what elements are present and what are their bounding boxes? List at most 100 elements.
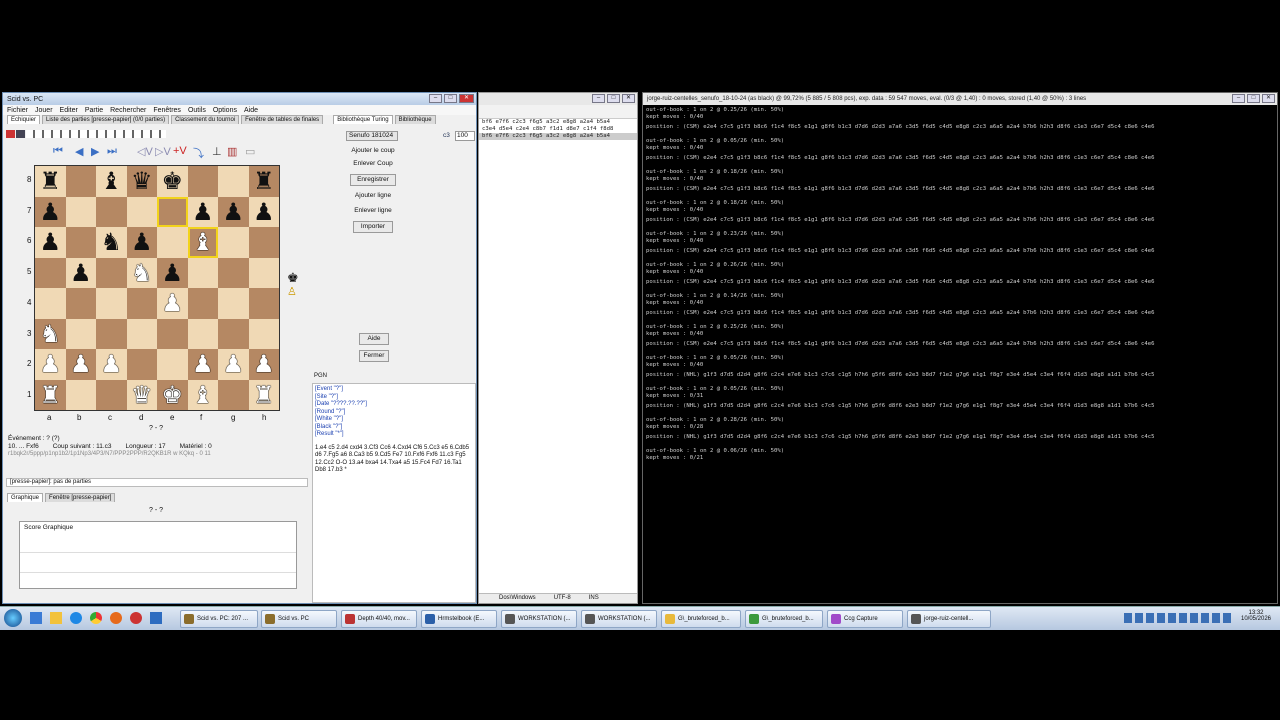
book-select[interactable]: Senufo 181024 xyxy=(346,131,398,141)
explorer-icon[interactable] xyxy=(50,612,62,624)
console-output[interactable]: out-of-book : 1 on 2 @ 0.25/26 (min. 50%… xyxy=(643,105,1277,462)
tab-turing-book[interactable]: Bibliothèque Turing xyxy=(333,115,393,124)
firefox-icon[interactable] xyxy=(110,612,122,624)
menu-fichier[interactable]: Fichier xyxy=(7,107,28,114)
white-bishop-icon[interactable]: ♝ xyxy=(192,383,214,407)
white-pawn-icon[interactable]: ♟ xyxy=(222,352,244,376)
board-square[interactable]: ♜ xyxy=(35,379,66,410)
board-square[interactable] xyxy=(187,318,218,349)
board-square[interactable] xyxy=(157,349,188,380)
board-square[interactable]: ♜ xyxy=(35,166,66,197)
board-square[interactable] xyxy=(126,318,157,349)
engine-icon[interactable]: ⊥ xyxy=(212,145,222,158)
board-square[interactable] xyxy=(96,196,127,227)
board-square[interactable] xyxy=(65,379,96,410)
board-square[interactable] xyxy=(157,318,188,349)
board-square[interactable] xyxy=(96,379,127,410)
board-square[interactable] xyxy=(248,227,279,258)
add-line-label[interactable]: Ajouter ligne xyxy=(338,192,408,199)
board-square[interactable] xyxy=(126,349,157,380)
board-square[interactable]: ♟ xyxy=(248,196,279,227)
board-square[interactable]: ♟ xyxy=(157,257,188,288)
white-rook-icon[interactable]: ♜ xyxy=(39,383,61,407)
close-button[interactable]: ✕ xyxy=(459,94,474,103)
white-rook-icon[interactable]: ♜ xyxy=(253,383,275,407)
tab-endgame-tables[interactable]: Fenêtre de tables de finales xyxy=(241,115,324,124)
board-square[interactable]: ♟ xyxy=(35,349,66,380)
board-square[interactable]: ♟ xyxy=(35,227,66,258)
board-square[interactable]: ♛ xyxy=(126,166,157,197)
board-square[interactable]: ♜ xyxy=(248,379,279,410)
taskbar-item[interactable]: Hrmstelbook (E... xyxy=(421,610,497,628)
board-square[interactable] xyxy=(65,166,96,197)
flip-board-icon[interactable]: ⤵ xyxy=(193,145,204,161)
taskbar-item[interactable]: Scid vs. PC: 207 ... xyxy=(180,610,258,628)
board-square[interactable] xyxy=(218,257,249,288)
black-king-icon[interactable]: ♚ xyxy=(161,169,183,193)
black-pawn-icon[interactable]: ♟ xyxy=(192,200,214,224)
board-square[interactable]: ♟ xyxy=(35,196,66,227)
black-bishop-icon[interactable]: ♝ xyxy=(100,169,122,193)
board-square[interactable]: ♝ xyxy=(187,379,218,410)
taskbar-item[interactable]: Depth 40/40, mov... xyxy=(341,610,417,628)
desktop-icon[interactable] xyxy=(30,612,42,624)
board-square[interactable]: ♚ xyxy=(157,166,188,197)
board-square[interactable] xyxy=(35,257,66,288)
ie-icon[interactable] xyxy=(70,612,82,624)
clock[interactable]: 13:32 10/05/2026 xyxy=(1236,610,1276,622)
board-square[interactable]: ♞ xyxy=(35,318,66,349)
white-king-icon[interactable]: ♚ xyxy=(161,383,183,407)
white-queen-icon[interactable]: ♛ xyxy=(131,383,153,407)
black-pawn-icon[interactable]: ♟ xyxy=(131,230,153,254)
chrome-icon[interactable] xyxy=(90,612,102,624)
minimize-button[interactable]: – xyxy=(429,94,442,103)
taskbar-item[interactable]: WORKSTATION (... xyxy=(501,610,577,628)
board-square[interactable] xyxy=(35,288,66,319)
white-pawn-icon[interactable]: ♟ xyxy=(100,352,122,376)
board-square[interactable] xyxy=(187,257,218,288)
board-square[interactable] xyxy=(248,318,279,349)
board-square[interactable] xyxy=(65,288,96,319)
board-square[interactable] xyxy=(218,379,249,410)
weight-spinbox[interactable]: 100 xyxy=(455,131,475,141)
prev-move-icon[interactable]: ◀ xyxy=(75,145,83,158)
close-button[interactable]: ✕ xyxy=(1262,94,1275,103)
menu-partie[interactable]: Partie xyxy=(85,107,103,114)
board-square[interactable] xyxy=(157,196,188,227)
board-square[interactable]: ♛ xyxy=(126,379,157,410)
menu-aide[interactable]: Aide xyxy=(244,107,258,114)
white-pawn-icon[interactable]: ♟ xyxy=(39,352,61,376)
save-icon[interactable] xyxy=(6,130,15,138)
taskbar-item[interactable]: Ccg Capture xyxy=(827,610,903,628)
board-square[interactable] xyxy=(218,227,249,258)
black-pawn-icon[interactable]: ♟ xyxy=(70,261,92,285)
tab-game-list[interactable]: Liste des parties [presse-papier] (0/0 p… xyxy=(42,115,170,124)
board-square[interactable]: ♜ xyxy=(248,166,279,197)
menu-fenetres[interactable]: Fenêtres xyxy=(153,107,181,114)
first-move-icon[interactable]: ⏮ xyxy=(53,145,63,158)
taskbar-item[interactable]: jorge-ruiz-centell... xyxy=(907,610,991,628)
tab-echiquier[interactable]: Echiquier xyxy=(7,115,41,124)
taskbar-item[interactable]: G\_bruteforced_b... xyxy=(745,610,823,628)
last-move-icon[interactable]: ⏭ xyxy=(107,145,117,158)
remove-line-label[interactable]: Enlever ligne xyxy=(338,207,408,214)
board-square[interactable] xyxy=(187,166,218,197)
board-square[interactable]: ♟ xyxy=(187,349,218,380)
board-square[interactable] xyxy=(65,318,96,349)
board-square[interactable]: ♝ xyxy=(187,227,218,258)
board-square[interactable]: ♟ xyxy=(218,196,249,227)
black-pawn-icon[interactable]: ♟ xyxy=(39,200,61,224)
board-square[interactable]: ♟ xyxy=(218,349,249,380)
white-knight-icon[interactable]: ♞ xyxy=(39,322,61,346)
board-square[interactable] xyxy=(218,166,249,197)
remove-move-label[interactable]: Enlever Coup xyxy=(338,160,408,167)
add-move-label[interactable]: Ajouter le coup xyxy=(338,147,408,154)
opera-icon[interactable] xyxy=(130,612,142,624)
system-tray-icons[interactable] xyxy=(1124,613,1234,623)
menu-options[interactable]: Options xyxy=(213,107,237,114)
open-icon[interactable] xyxy=(16,130,25,138)
black-pawn-icon[interactable]: ♟ xyxy=(222,200,244,224)
book-move-value[interactable]: c3 xyxy=(443,132,450,139)
board-square[interactable]: ♟ xyxy=(126,227,157,258)
tab-book[interactable]: Bibliothèque xyxy=(394,115,436,124)
